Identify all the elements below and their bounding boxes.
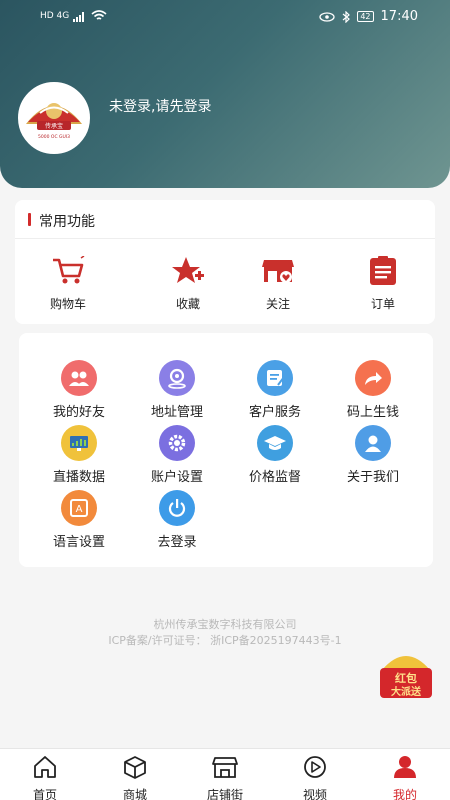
status-bar: HD 4G 42 17:40 xyxy=(0,0,450,34)
common-functions-title: 常用功能 xyxy=(39,214,95,230)
service-live-data[interactable]: 直播数据 xyxy=(29,425,129,485)
tab-label: 首页 xyxy=(32,788,57,800)
service-label: 账户设置 xyxy=(150,470,203,485)
logo-text: 传承宝 xyxy=(45,122,63,130)
share-icon xyxy=(355,360,391,396)
service-label: 地址管理 xyxy=(150,405,203,420)
tab-label: 我的 xyxy=(392,788,417,800)
common-item-orders[interactable]: 订单 xyxy=(343,256,423,312)
live-data-icon xyxy=(61,425,97,461)
service-label: 价格监督 xyxy=(248,470,301,485)
common-item-label: 关注 xyxy=(265,297,290,311)
service-account-settings[interactable]: 账户设置 xyxy=(127,425,227,485)
tab-mall[interactable]: 商城 xyxy=(100,755,170,800)
common-item-cart[interactable]: 购物车 xyxy=(28,255,108,312)
common-item-follow[interactable]: 关注 xyxy=(238,256,318,312)
service-icon xyxy=(257,360,293,396)
location-icon xyxy=(159,360,195,396)
service-label: 码上生钱 xyxy=(346,405,399,420)
login-prompt[interactable]: 未登录,请先登录 xyxy=(109,96,211,116)
wifi-icon xyxy=(91,10,107,20)
profile-icon xyxy=(394,756,416,778)
service-label: 关于我们 xyxy=(346,470,399,485)
tab-label: 视频 xyxy=(302,788,327,800)
clock: 17:40 xyxy=(380,9,418,24)
logo-icon: 传承宝 5000 OC GUI3 xyxy=(21,85,87,151)
language-icon: A xyxy=(61,490,97,526)
tab-video[interactable]: 视频 xyxy=(280,755,350,800)
bottom-tab-bar: 首页 商城 店铺街 视频 我的 xyxy=(0,748,450,800)
title-accent-bar xyxy=(28,213,31,226)
company-name: 杭州传承宝数字科技有限公司 xyxy=(153,618,297,631)
box-icon xyxy=(124,756,146,779)
profile-header: HD 4G 42 17:40 传承宝 5000 OC GUI3 未登录,请先登录 xyxy=(0,0,450,188)
star-plus-icon xyxy=(172,257,204,283)
service-label: 去登录 xyxy=(157,535,197,550)
service-label: 直播数据 xyxy=(52,470,105,485)
about-us-icon xyxy=(355,425,391,461)
red-packet-icon: 红包 大派送 xyxy=(380,656,432,698)
service-label: 语言设置 xyxy=(52,535,105,550)
network-label: HD 4G xyxy=(40,11,70,21)
common-item-favorites[interactable]: 收藏 xyxy=(148,256,228,312)
battery-level: 42 xyxy=(357,11,374,22)
service-customer-service[interactable]: 客户服务 xyxy=(225,360,325,420)
service-price-monitor[interactable]: 价格监督 xyxy=(225,425,325,485)
friends-icon xyxy=(61,360,97,396)
logo-subtext: 5000 OC GUI3 xyxy=(38,134,70,140)
common-item-label: 收藏 xyxy=(175,297,200,311)
power-icon xyxy=(159,490,195,526)
tab-label: 商城 xyxy=(122,788,147,800)
system-status: 42 17:40 xyxy=(319,9,418,24)
common-item-label: 订单 xyxy=(370,297,395,311)
red-packet-line2: 大派送 xyxy=(391,685,422,698)
services-card: 我的好友 地址管理 客户服务 码上生钱 直播数据 账户设置 价格监督 关于我们 … xyxy=(19,333,433,567)
avatar[interactable]: 传承宝 5000 OC GUI3 xyxy=(18,82,90,154)
storefront-icon xyxy=(212,757,238,778)
common-functions-header: 常用功能 xyxy=(15,200,435,239)
settings-icon xyxy=(159,425,195,461)
graduation-cap-icon xyxy=(257,425,293,461)
order-list-icon xyxy=(370,256,396,285)
play-icon xyxy=(304,756,326,778)
service-label: 客户服务 xyxy=(248,405,301,420)
service-about-us[interactable]: 关于我们 xyxy=(323,425,423,485)
shop-heart-icon xyxy=(262,260,294,283)
shopping-cart-icon xyxy=(53,255,85,284)
service-label: 我的好友 xyxy=(52,405,105,420)
service-login[interactable]: 去登录 xyxy=(127,490,227,550)
tab-label: 店铺街 xyxy=(206,788,243,800)
bluetooth-icon xyxy=(342,10,351,23)
common-item-label: 购物车 xyxy=(49,297,86,311)
network-status: HD 4G xyxy=(40,10,107,22)
signal-icon xyxy=(73,11,85,22)
common-functions-list: 购物车 收藏 关注 订单 xyxy=(15,255,435,316)
service-earn[interactable]: 码上生钱 xyxy=(323,360,423,420)
service-language[interactable]: A 语言设置 xyxy=(29,490,129,550)
red-packet-line1: 红包 xyxy=(395,671,417,685)
svg-text:A: A xyxy=(76,504,83,515)
tab-shops[interactable]: 店铺街 xyxy=(190,755,260,800)
tab-home[interactable]: 首页 xyxy=(10,755,80,800)
eye-icon xyxy=(319,11,335,22)
common-functions-card: 常用功能 购物车 收藏 关注 订单 xyxy=(15,200,435,324)
icp-license[interactable]: ICP备案/许可证号： 浙ICP备2025197443号-1 xyxy=(0,632,450,648)
service-friends[interactable]: 我的好友 xyxy=(29,360,129,420)
home-icon xyxy=(34,756,56,778)
tab-mine[interactable]: 我的 xyxy=(370,755,440,800)
red-packet-badge[interactable]: 红包 大派送 xyxy=(378,648,434,700)
service-address[interactable]: 地址管理 xyxy=(127,360,227,420)
